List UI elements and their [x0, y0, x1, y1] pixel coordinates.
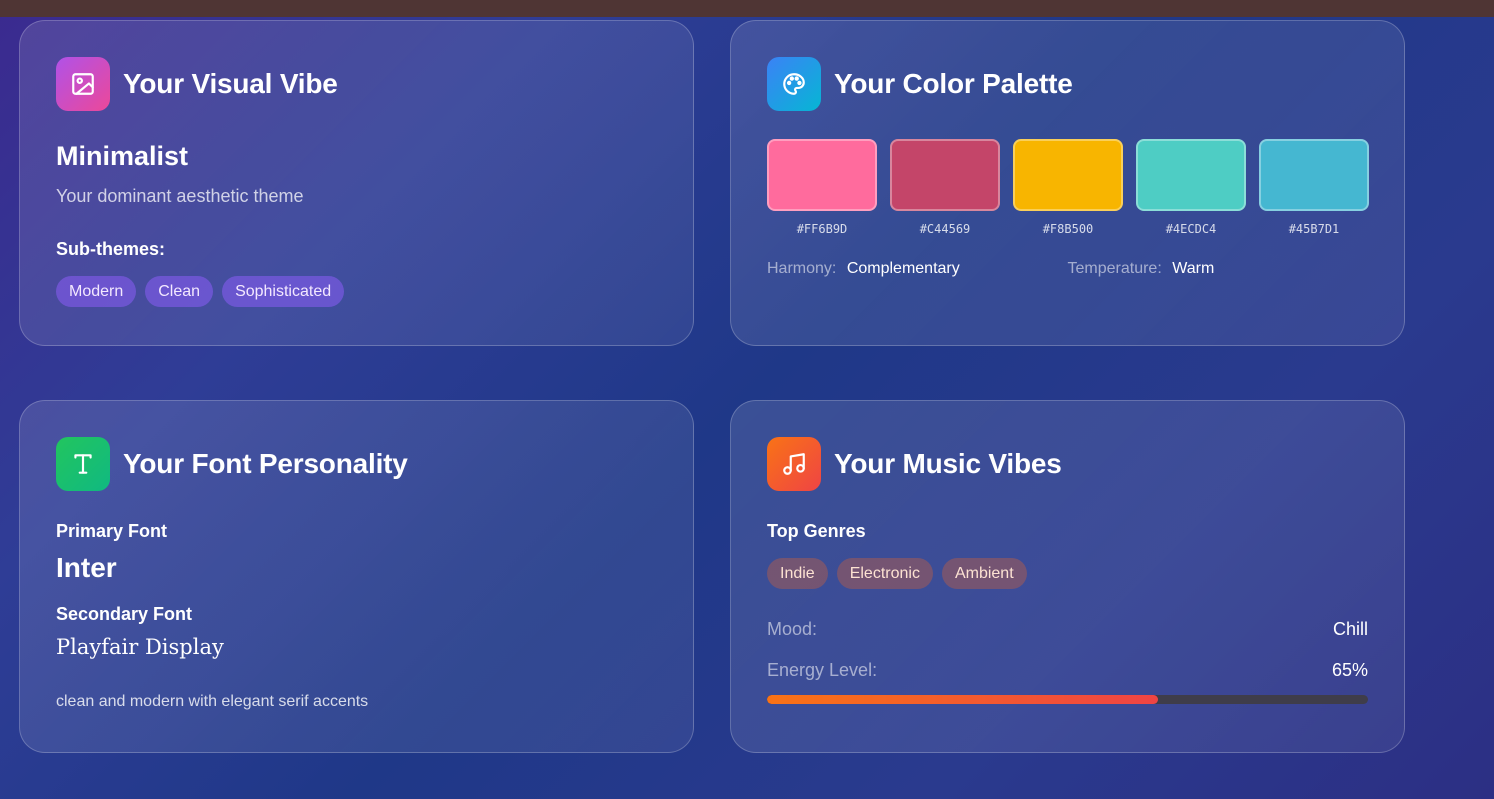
color-palette-title: Your Color Palette [834, 68, 1073, 99]
harmony-value: Complementary [846, 260, 960, 277]
swatch-hex-label: #F8B500 [1042, 222, 1094, 236]
genre-tag: Electronic [836, 558, 933, 589]
swatch-hex-label: #FF6B9D [796, 222, 848, 236]
theme-name: Minimalist [56, 141, 189, 171]
energy-bar-fill [767, 695, 1158, 704]
color-swatch[interactable] [1136, 139, 1246, 211]
swatch-hex-label: #45B7D1 [1288, 222, 1340, 236]
energy-value: 65% [1331, 660, 1368, 680]
temperature-value: Warm [1172, 260, 1215, 277]
mood-label: Mood: [767, 619, 818, 639]
subtheme-tag: Clean [145, 276, 214, 307]
color-swatch[interactable] [767, 139, 877, 211]
visual-vibe-card: Your Visual Vibe Minimalist Your dominan… [19, 20, 694, 346]
music-vibes-title: Your Music Vibes [834, 448, 1062, 479]
swatch-hex-label: #C44569 [919, 222, 971, 236]
color-palette-card: Your Color Palette #FF6B9D #C44569 #F8B5… [730, 20, 1405, 346]
visual-vibe-title: Your Visual Vibe [123, 68, 338, 99]
subtheme-tag: Sophisticated [222, 276, 345, 307]
primary-font-label: Primary Font [56, 521, 168, 541]
color-swatch[interactable] [1013, 139, 1123, 211]
secondary-font-value: Playfair Display [56, 635, 224, 659]
top-genres-label: Top Genres [767, 521, 866, 541]
energy-bar-track [767, 695, 1368, 704]
image-icon [56, 57, 110, 111]
music-note-icon [767, 437, 821, 491]
subthemes-list: Modern Clean Sophisticated [56, 276, 657, 307]
temperature-info: Temperature: Warm [1068, 260, 1369, 278]
temperature-label: Temperature: [1067, 260, 1162, 277]
music-vibes-card: Your Music Vibes Top Genres Indie Electr… [730, 400, 1405, 753]
type-icon [56, 437, 110, 491]
swatch-item[interactable]: #4ECDC4 [1136, 139, 1246, 236]
top-bar [0, 0, 1494, 17]
swatch-item[interactable]: #C44569 [890, 139, 1000, 236]
palette-meta: Harmony: Complementary Temperature: Warm [767, 260, 1368, 278]
color-swatch[interactable] [1259, 139, 1369, 211]
color-swatch[interactable] [890, 139, 1000, 211]
secondary-font-label: Secondary Font [56, 604, 193, 624]
font-personality-card: Your Font Personality Primary Font Inter… [19, 400, 694, 753]
font-personality-title: Your Font Personality [123, 448, 408, 479]
energy-row: Energy Level: 65% [767, 660, 1368, 681]
subtheme-tag: Modern [56, 276, 137, 307]
mood-value: Chill [1332, 619, 1368, 639]
swatch-item[interactable]: #FF6B9D [767, 139, 877, 236]
mood-row: Mood: Chill [767, 619, 1368, 640]
font-description: clean and modern with elegant serif acce… [56, 693, 369, 710]
swatch-item[interactable]: #F8B500 [1013, 139, 1123, 236]
font-personality-header: Your Font Personality [56, 437, 657, 491]
visual-vibe-header: Your Visual Vibe [56, 57, 657, 111]
genre-tag: Ambient [941, 558, 1027, 589]
theme-description: Your dominant aesthetic theme [56, 186, 304, 206]
swatch-list: #FF6B9D #C44569 #F8B500 #4ECDC4 #45B7D1 [767, 139, 1369, 236]
color-palette-header: Your Color Palette [767, 57, 1368, 111]
subthemes-label: Sub-themes: [56, 239, 166, 259]
energy-label: Energy Level: [767, 660, 878, 680]
swatch-hex-label: #4ECDC4 [1165, 222, 1217, 236]
music-vibes-header: Your Music Vibes [767, 437, 1368, 491]
genre-list: Indie Electronic Ambient [767, 558, 1368, 589]
harmony-label: Harmony: [767, 260, 837, 277]
palette-icon [767, 57, 821, 111]
swatch-item[interactable]: #45B7D1 [1259, 139, 1369, 236]
harmony-info: Harmony: Complementary [767, 260, 1068, 278]
primary-font-value: Inter [56, 552, 117, 583]
genre-tag: Indie [767, 558, 828, 589]
